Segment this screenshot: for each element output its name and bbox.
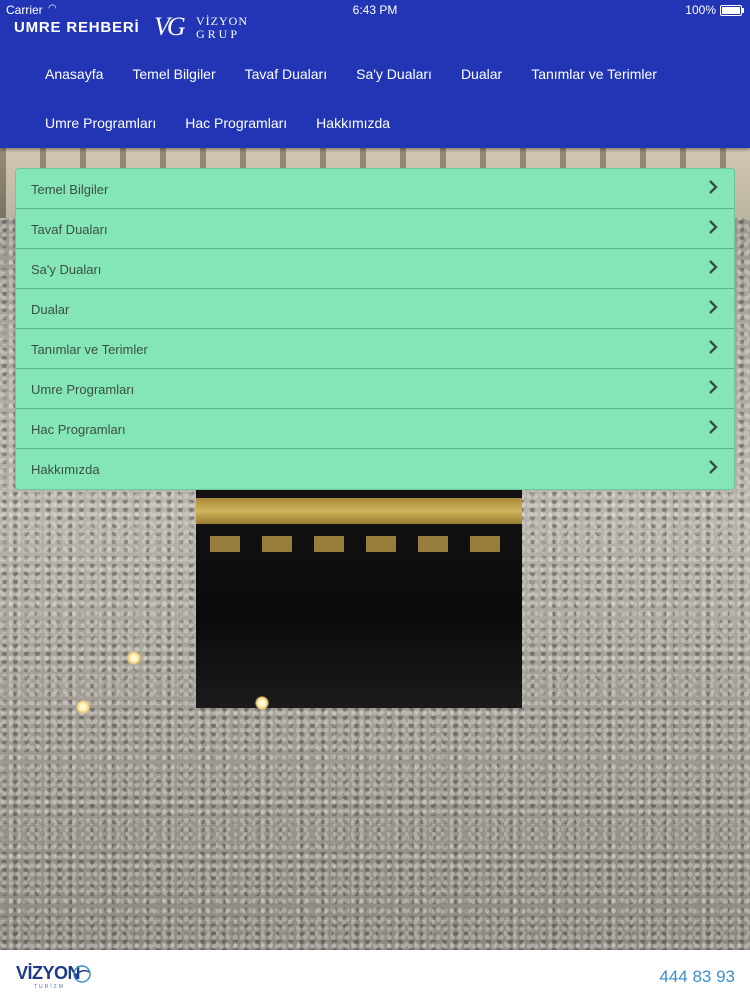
chevron-right-icon (709, 180, 718, 194)
lamp-light (76, 700, 90, 714)
chevron-right-icon (709, 260, 718, 274)
menu-item-label: Hakkımızda (31, 462, 100, 477)
clock: 6:43 PM (352, 3, 398, 17)
logo-line2: GRUP (196, 27, 241, 41)
lamp-light (127, 651, 141, 665)
chevron-right-icon (709, 220, 718, 234)
phone-number-link[interactable]: 444 83 93 (659, 967, 735, 987)
menu-item-hakkimizda[interactable]: Hakkımızda (16, 449, 734, 489)
menu-item-label: Tanımlar ve Terimler (31, 342, 148, 357)
chevron-right-icon (709, 300, 718, 314)
chevron-right-icon (709, 340, 718, 354)
nav-link-hac-programlari[interactable]: Hac Programları (185, 115, 287, 131)
app-header: Carrier ◠ 6:43 PM 100% UMRE REHBERİ VG V… (0, 0, 750, 148)
menu-item-label: Umre Programları (31, 382, 135, 397)
menu-item-hac-programlari[interactable]: Hac Programları (16, 409, 734, 449)
menu-item-tavaf-dualari[interactable]: Tavaf Duaları (16, 209, 734, 249)
nav-link-dualar[interactable]: Dualar (461, 66, 502, 82)
kaaba-inscriptions (210, 536, 510, 552)
battery-percent: 100% (685, 3, 716, 17)
category-menu: Temel Bilgiler Tavaf Duaları Sa'y Dualar… (15, 168, 735, 490)
menu-item-say-dualari[interactable]: Sa'y Duaları (16, 249, 734, 289)
chevron-right-icon (709, 420, 718, 434)
lamp-light (255, 696, 269, 710)
menu-item-temel-bilgiler[interactable]: Temel Bilgiler (16, 169, 734, 209)
logo-subtitle: TURİZM (34, 984, 65, 990)
nav-link-hakkimizda[interactable]: Hakkımızda (316, 115, 390, 131)
footer-bar: VİZYON TURİZM 444 83 93 (0, 950, 750, 1000)
nav-link-say-dualari[interactable]: Sa'y Duaları (356, 66, 432, 82)
status-bar: Carrier ◠ 6:43 PM 100% (0, 0, 750, 20)
menu-item-label: Temel Bilgiler (31, 182, 109, 197)
chevron-right-icon (709, 380, 718, 394)
menu-item-label: Tavaf Duaları (31, 222, 108, 237)
vizyon-turizm-logo[interactable]: VİZYON (16, 963, 81, 984)
main-nav-row-2: Umre Programları Hac Programları Hakkımı… (45, 115, 419, 131)
menu-item-label: Dualar (31, 302, 70, 317)
nav-link-temel-bilgiler[interactable]: Temel Bilgiler (132, 66, 215, 82)
menu-item-label: Sa'y Duaları (31, 262, 102, 277)
globe-icon (73, 965, 91, 983)
nav-link-tavaf-dualari[interactable]: Tavaf Duaları (245, 66, 327, 82)
nav-link-tanimlar[interactable]: Tanımlar ve Terimler (531, 66, 657, 82)
menu-item-label: Hac Programları (31, 422, 126, 437)
menu-item-tanimlar[interactable]: Tanımlar ve Terimler (16, 329, 734, 369)
nav-link-umre-programlari[interactable]: Umre Programları (45, 115, 156, 131)
vizyon-grup-logo: VG VİZYON GRUP (154, 12, 250, 42)
kaaba (196, 478, 522, 708)
kaaba-gold-band (196, 498, 522, 524)
app-title: UMRE REHBERİ (14, 19, 140, 36)
menu-item-umre-programlari[interactable]: Umre Programları (16, 369, 734, 409)
menu-item-dualar[interactable]: Dualar (16, 289, 734, 329)
battery-icon (720, 5, 744, 16)
nav-link-anasayfa[interactable]: Anasayfa (45, 66, 103, 82)
logo-monogram: VG (154, 12, 186, 41)
main-nav-row-1: Anasayfa Temel Bilgiler Tavaf Duaları Sa… (45, 66, 686, 82)
chevron-right-icon (709, 460, 718, 474)
